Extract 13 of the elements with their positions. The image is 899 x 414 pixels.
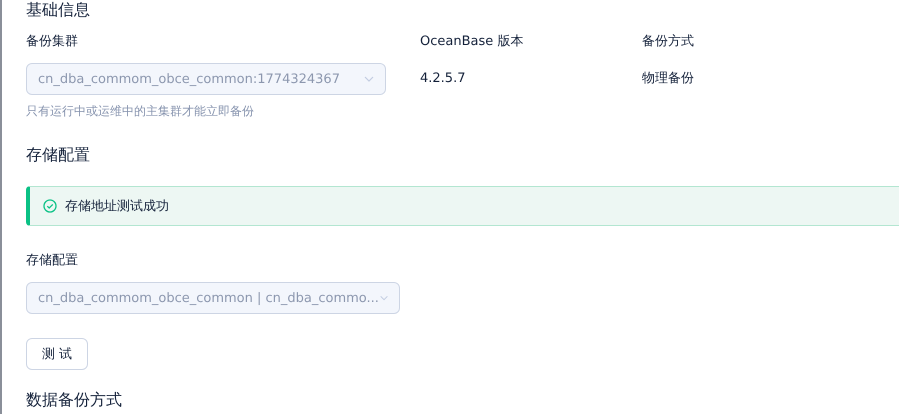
field-hint: 只有运行中或运维中的主集群才能立即备份	[26, 103, 254, 120]
check-circle-icon	[43, 199, 57, 213]
alert-message: 存储地址测试成功	[65, 198, 169, 215]
field-value: 物理备份	[642, 70, 694, 88]
field-label: 备份集群	[26, 33, 78, 51]
field-label: OceanBase 版本	[420, 33, 524, 51]
field-label: 备份方式	[642, 33, 694, 51]
section-title: 数据备份方式	[26, 390, 123, 410]
section-title: 基础信息	[26, 0, 91, 20]
field-label: 存储配置	[26, 252, 79, 270]
field-value: 4.2.5.7	[420, 70, 466, 88]
test-button[interactable]: 测 试	[26, 338, 88, 370]
section-title: 存储配置	[26, 145, 91, 165]
